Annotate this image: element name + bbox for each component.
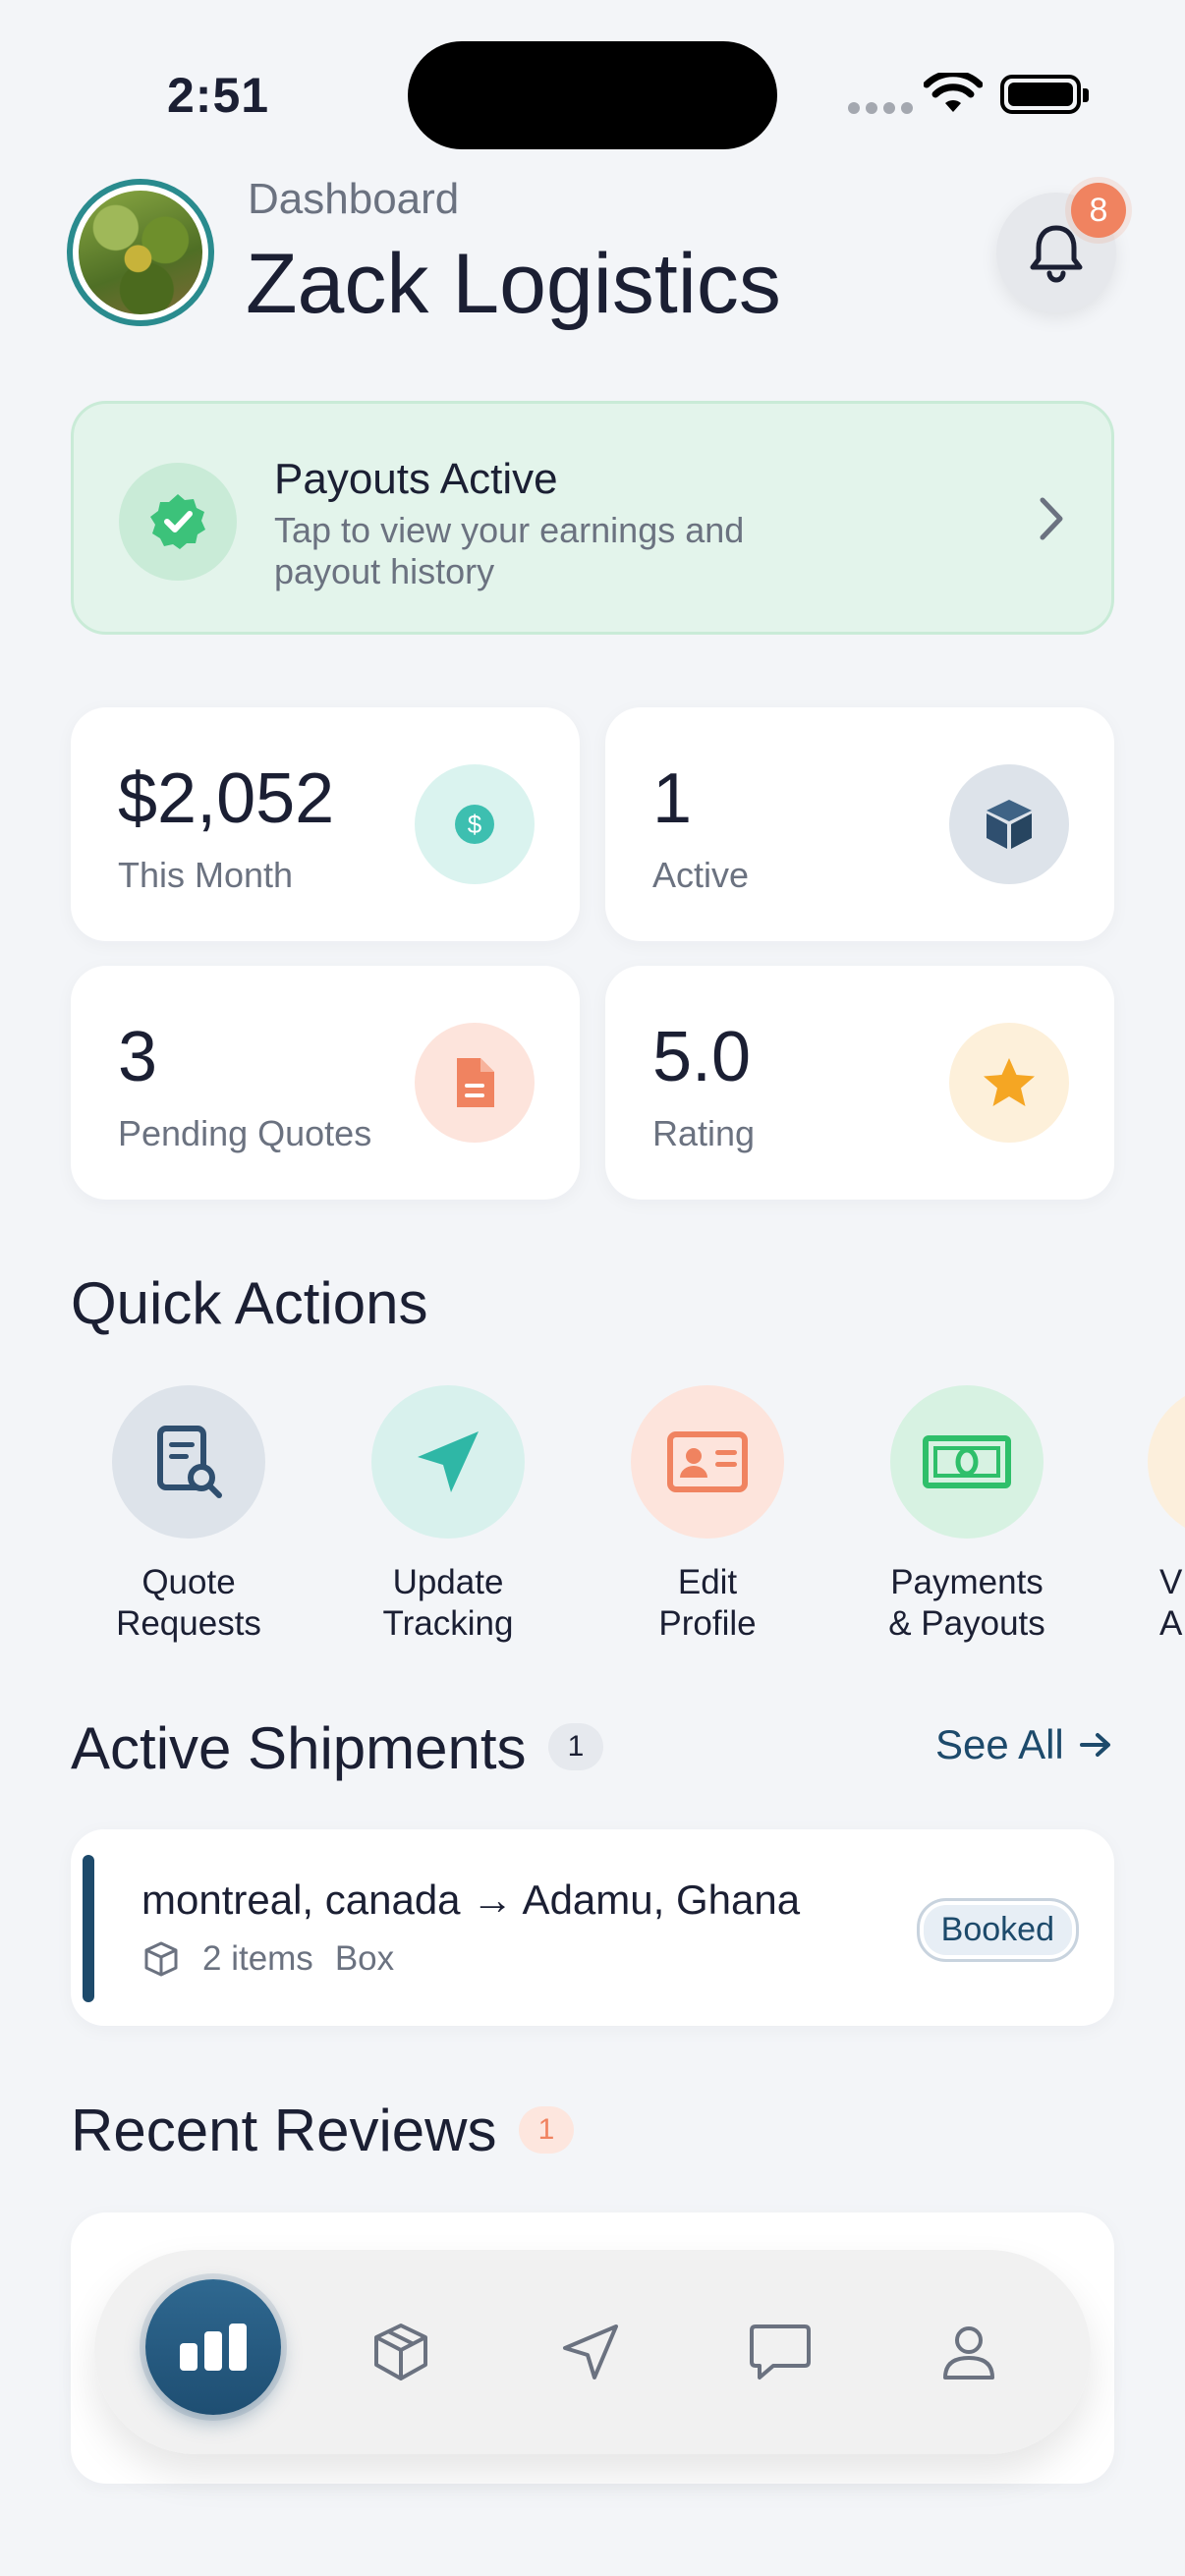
payouts-active-banner[interactable]: Payouts Active Tap to view your earnings… [71, 401, 1114, 635]
quick-action-edit-profile[interactable]: Edit Profile [599, 1385, 816, 1645]
stat-label: Rating [652, 1113, 756, 1153]
stat-label: Pending Quotes [118, 1113, 372, 1153]
battery-icon [1000, 75, 1089, 114]
shipment-card[interactable]: montreal, canada → Adamu, Ghana 2 items … [71, 1829, 1114, 2026]
active-shipments-count: 1 [548, 1723, 603, 1770]
notification-badge: 8 [1071, 183, 1126, 238]
bell-icon [1030, 225, 1083, 283]
navigation-arrow-icon [371, 1385, 525, 1539]
stat-value: $2,052 [118, 759, 335, 838]
wifi-icon [924, 73, 983, 112]
stat-value: 3 [118, 1018, 158, 1096]
cellular-signal-icon [848, 102, 913, 114]
svg-text:$: $ [468, 810, 482, 839]
quick-action-update-tracking[interactable]: Update Tracking [340, 1385, 556, 1645]
stat-card-rating[interactable]: 5.0 Rating [605, 966, 1114, 1200]
banknote-icon [890, 1385, 1044, 1539]
dashboard-icon [180, 2324, 247, 2371]
page-title: Zack Logistics [246, 237, 781, 331]
profile-icon [943, 2326, 994, 2380]
quick-action-label: Edit Profile [658, 1563, 757, 1643]
quick-action-quote-requests[interactable]: Quote Requests [81, 1385, 297, 1645]
quick-action-payments-payouts[interactable]: Payments & Payouts [859, 1385, 1075, 1645]
status-time: 2:51 [167, 68, 270, 123]
shipment-route: montreal, canada → Adamu, Ghana [141, 1876, 801, 1923]
stat-card-active[interactable]: 1 Active [605, 707, 1114, 941]
arrow-right-icon [1079, 1733, 1110, 1757]
chevron-right-icon [1040, 497, 1063, 540]
navigation-icon [563, 2324, 618, 2380]
tab-bar [94, 2250, 1091, 2454]
payouts-description: Tap to view your earnings and payout his… [274, 510, 745, 591]
page-subtitle: Dashboard [248, 175, 460, 223]
dollar-icon: $ [415, 764, 535, 884]
dashboard-screen: 2:51 Dashboard Zack Logistics 8 Payouts … [0, 0, 1185, 2576]
document-icon [415, 1023, 535, 1143]
package-icon [374, 2324, 427, 2380]
box-icon [144, 1941, 178, 1977]
shipment-accent-bar [83, 1855, 94, 2002]
tab-tracking[interactable] [549, 2311, 632, 2393]
quick-action-partial[interactable]: V A [1118, 1385, 1185, 1645]
package-icon [949, 764, 1069, 884]
avatar[interactable] [67, 179, 214, 326]
chat-icon [750, 2324, 811, 2380]
partial-icon [1148, 1385, 1185, 1539]
active-shipments-title: Active Shipments [71, 1715, 527, 1781]
stat-card-pending-quotes[interactable]: 3 Pending Quotes [71, 966, 580, 1200]
quick-action-label: Update Tracking [382, 1563, 514, 1643]
stat-value: 5.0 [652, 1018, 752, 1096]
star-icon [949, 1023, 1069, 1143]
shipment-type: Box [334, 1939, 395, 1978]
quote-search-icon [112, 1385, 265, 1539]
tab-profile[interactable] [928, 2311, 1010, 2393]
shipment-item-count: 2 items [202, 1939, 313, 1978]
stat-label: This Month [118, 855, 294, 895]
see-all-label: See All [935, 1721, 1064, 1767]
shipment-meta: 2 items Box [141, 1939, 394, 1979]
recent-reviews-title: Recent Reviews [71, 2098, 497, 2163]
quick-action-label: Payments & Payouts [888, 1563, 1045, 1643]
stat-label: Active [652, 855, 750, 895]
verified-badge-icon [119, 463, 237, 581]
quick-action-label: Quote Requests [116, 1563, 261, 1643]
recent-reviews-count: 1 [519, 2106, 574, 2154]
status-badge: Booked [916, 1898, 1079, 1962]
payouts-title: Payouts Active [274, 455, 558, 503]
see-all-link[interactable]: See All [935, 1721, 1113, 1768]
quick-actions-title: Quick Actions [71, 1270, 428, 1336]
quick-action-label: V A [1159, 1563, 1183, 1643]
stat-card-earnings[interactable]: $2,052 This Month $ [71, 707, 580, 941]
dynamic-island [408, 41, 777, 149]
tab-shipments[interactable] [360, 2311, 442, 2393]
tab-dashboard[interactable] [145, 2279, 281, 2415]
id-card-icon [631, 1385, 784, 1539]
tab-messages[interactable] [739, 2311, 821, 2393]
stat-value: 1 [652, 759, 693, 838]
avatar-image [79, 191, 202, 314]
